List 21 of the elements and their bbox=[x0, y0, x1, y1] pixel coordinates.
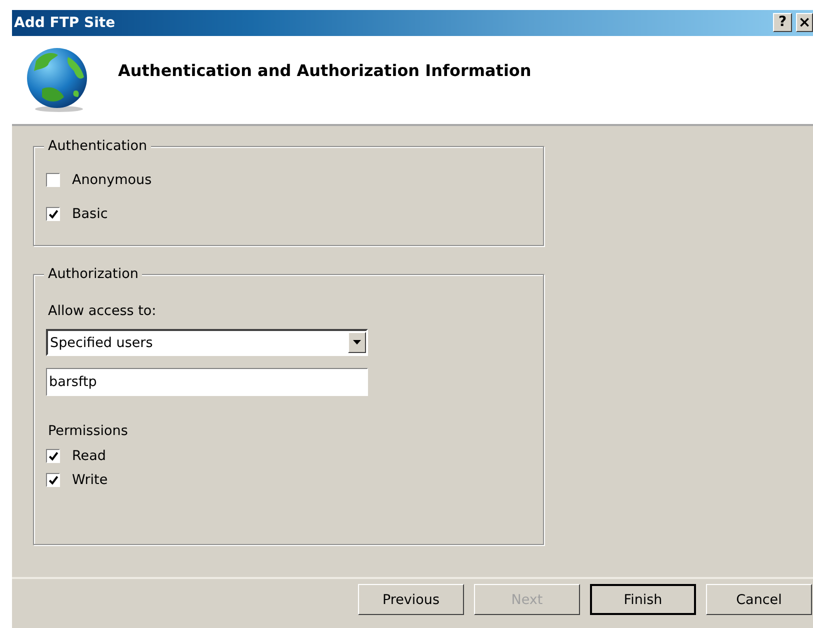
globe-icon bbox=[24, 47, 90, 113]
caret-icon bbox=[348, 332, 366, 353]
checkbox[interactable] bbox=[46, 449, 60, 463]
dropdown[interactable]: Specified users bbox=[46, 329, 368, 356]
page-heading: Authentication and Authorization Information bbox=[118, 60, 532, 80]
dialog-button[interactable]: Finish bbox=[590, 584, 696, 615]
checkbox[interactable] bbox=[46, 207, 60, 221]
window-title: Add FTP Site bbox=[14, 15, 116, 31]
close-button[interactable]: × bbox=[796, 13, 813, 32]
help-button[interactable]: ? bbox=[773, 13, 792, 32]
section-label: Permissions bbox=[48, 423, 129, 439]
dialog-button[interactable]: Previous bbox=[358, 584, 464, 615]
checkbox-label: Anonymous bbox=[72, 172, 152, 188]
dialog-button[interactable]: Cancel bbox=[706, 584, 812, 615]
checkbox[interactable] bbox=[46, 173, 60, 187]
field-label: Allow access to: bbox=[48, 303, 158, 319]
input-field[interactable]: barsftp bbox=[46, 368, 368, 396]
checkbox[interactable] bbox=[46, 473, 60, 487]
checkbox-label: Read bbox=[72, 448, 106, 464]
checkbox-label: Basic bbox=[72, 206, 108, 222]
checkbox-label: Write bbox=[72, 472, 108, 488]
